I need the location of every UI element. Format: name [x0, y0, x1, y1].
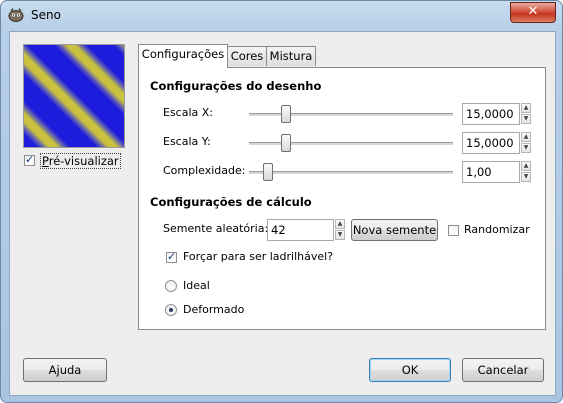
complexity-stepper[interactable]: ▲ ▼ — [521, 161, 531, 183]
close-icon: ✕ — [527, 4, 539, 19]
scale-x-stepper[interactable]: ▲ ▼ — [521, 103, 531, 125]
scale-x-label: Escala X: — [163, 106, 214, 119]
increment-icon[interactable]: ▲ — [521, 132, 531, 142]
settings-panel: Configurações do desenho Escala X: 15,00… — [138, 67, 546, 330]
scale-y-slider-track[interactable] — [249, 142, 453, 145]
ideal-radio[interactable] — [165, 280, 177, 292]
tab-mistura[interactable]: Mistura — [266, 46, 316, 66]
calc-heading: Configurações de cálculo — [150, 195, 312, 209]
decrement-icon[interactable]: ▼ — [335, 230, 345, 240]
cancel-button[interactable]: Cancelar — [462, 358, 544, 382]
preview-label[interactable]: Pré-visualizar — [40, 153, 121, 169]
scale-y-label: Escala Y: — [163, 135, 211, 148]
dialog-body: Pré-visualizar Configurações Cores Mistu… — [9, 31, 556, 396]
tileable-label[interactable]: Forçar para ser ladrilhável? — [183, 250, 333, 263]
distorted-label[interactable]: Deformado — [183, 303, 244, 316]
complexity-input[interactable]: 1,00 — [462, 161, 520, 183]
increment-icon[interactable]: ▲ — [521, 161, 531, 171]
title-bar[interactable]: Seno ✕ — [1, 1, 562, 29]
randomize-label[interactable]: Randomizar — [464, 223, 530, 236]
decrement-icon[interactable]: ▼ — [521, 143, 531, 153]
scale-x-slider-track[interactable] — [249, 113, 453, 116]
distorted-radio[interactable] — [165, 304, 177, 316]
scale-x-input[interactable]: 15,0000 — [462, 103, 520, 125]
window-title: Seno — [31, 8, 61, 22]
help-button[interactable]: Ajuda — [23, 358, 107, 382]
seed-label: Semente aleatória: — [163, 222, 269, 235]
tab-configuracoes[interactable]: Configurações — [138, 44, 228, 68]
tileable-checkbox[interactable] — [166, 250, 177, 263]
scale-y-input[interactable]: 15,0000 — [462, 132, 520, 154]
gimp-icon — [8, 8, 24, 22]
increment-icon[interactable]: ▲ — [335, 219, 345, 229]
preview-image — [23, 44, 125, 148]
seed-input[interactable]: 42 — [267, 219, 334, 241]
decrement-icon[interactable]: ▼ — [521, 172, 531, 182]
preview-checkbox[interactable] — [24, 153, 35, 166]
new-seed-button[interactable]: Nova semente — [351, 219, 438, 241]
seed-stepper[interactable]: ▲ ▼ — [335, 219, 345, 241]
ideal-label[interactable]: Ideal — [183, 279, 210, 292]
increment-icon[interactable]: ▲ — [521, 103, 531, 113]
close-button[interactable]: ✕ — [510, 2, 556, 23]
drawing-heading: Configurações do desenho — [150, 79, 322, 93]
tab-cores[interactable]: Cores — [227, 46, 267, 66]
scale-y-slider-thumb[interactable] — [281, 134, 291, 152]
decrement-icon[interactable]: ▼ — [521, 114, 531, 124]
complexity-slider-thumb[interactable] — [263, 163, 273, 181]
dialog-window: Seno ✕ Pré-visualizar Configurações Core… — [0, 0, 563, 403]
scale-y-stepper[interactable]: ▲ ▼ — [521, 132, 531, 154]
complexity-label: Complexidade: — [163, 164, 246, 177]
ok-button[interactable]: OK — [369, 358, 451, 382]
randomize-checkbox[interactable] — [448, 225, 459, 236]
complexity-slider-track[interactable] — [249, 171, 453, 174]
scale-x-slider-thumb[interactable] — [281, 105, 291, 123]
